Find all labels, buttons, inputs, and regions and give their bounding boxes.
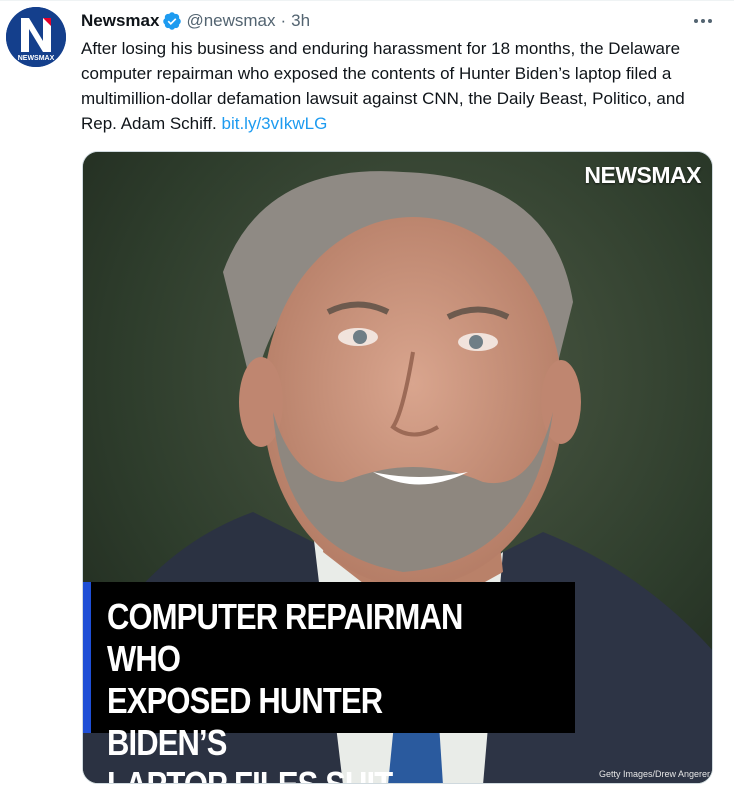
avatar[interactable]: NEWSMAX	[6, 7, 66, 67]
tweet[interactable]: NEWSMAX Newsmax @newsmax · 3h After losi…	[0, 0, 734, 792]
image-headline: COMPUTER REPAIRMAN WHO EXPOSED HUNTER BI…	[107, 596, 463, 783]
handle[interactable]: @newsmax	[186, 11, 275, 31]
separator-dot: ·	[280, 11, 287, 30]
headline-box: COMPUTER REPAIRMAN WHO EXPOSED HUNTER BI…	[83, 582, 575, 783]
tweet-link[interactable]: bit.ly/3vIkwLG	[222, 114, 328, 133]
divider	[0, 0, 734, 1]
headline-accent-bar	[83, 582, 91, 733]
tweet-body: After losing his business and enduring h…	[81, 39, 685, 133]
tweet-header: Newsmax @newsmax · 3h	[81, 10, 310, 32]
newsmax-watermark: NEWSMAX	[584, 162, 701, 188]
photo-credit: Getty Images/Drew Angerer	[598, 769, 710, 779]
more-options-icon[interactable]	[692, 10, 714, 32]
newsmax-logo: NEWSMAX	[6, 7, 66, 67]
tweet-image[interactable]: NEWSMAX COMPUTER REPAIRMAN WHO EXPOSED H…	[82, 151, 713, 784]
timestamp[interactable]: 3h	[291, 11, 310, 31]
verified-badge-icon	[162, 11, 182, 31]
tweet-text: After losing his business and enduring h…	[81, 36, 721, 136]
display-name[interactable]: Newsmax	[81, 11, 159, 31]
avatar-label: NEWSMAX	[18, 55, 55, 62]
